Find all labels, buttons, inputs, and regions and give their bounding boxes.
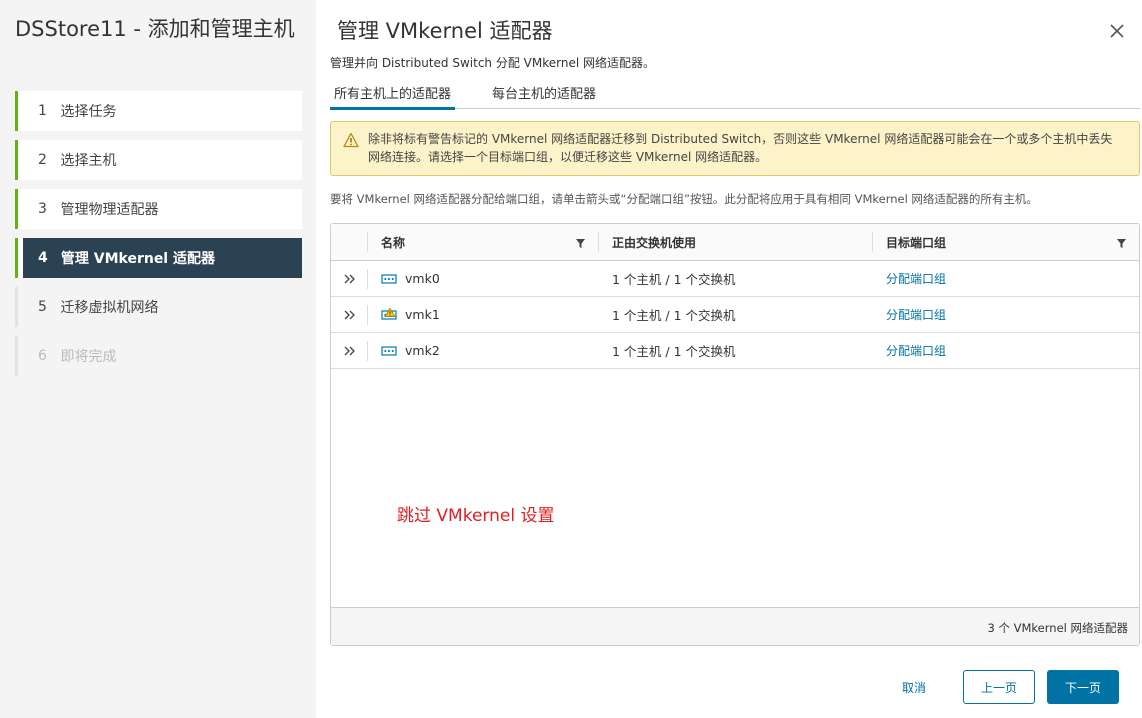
column-header-name[interactable]: 名称 xyxy=(381,224,405,260)
column-separator xyxy=(367,305,368,325)
step-number: 4 xyxy=(38,250,48,266)
grid-header: 名称 正由交换机使用 目标端口组 xyxy=(331,224,1139,261)
column-separator xyxy=(367,232,368,252)
step-number: 5 xyxy=(38,299,47,315)
skip-vmkernel-annotation: 跳过 VMkernel 设置 xyxy=(397,506,555,526)
filter-icon[interactable] xyxy=(576,239,585,248)
step-label: 迁移虚拟机网络 xyxy=(60,300,159,316)
expand-chevron-icon[interactable] xyxy=(343,272,357,286)
expand-chevron-icon[interactable] xyxy=(343,344,357,358)
column-separator xyxy=(367,341,368,361)
wizard-sidebar: DSStore11 - 添加和管理主机 1 选择任务 2 选择主机 3 管理物理… xyxy=(0,0,316,718)
step-label: 管理物理适配器 xyxy=(60,202,159,218)
wizard-title: DSStore11 - 添加和管理主机 xyxy=(15,17,295,41)
cancel-button[interactable]: 取消 xyxy=(886,670,942,704)
step-number: 3 xyxy=(38,201,47,217)
tab-per-host-adapters[interactable]: 每台主机的适配器 xyxy=(488,83,600,107)
network-adapter-warning-icon xyxy=(381,308,397,320)
step-ready-to-complete: 6 即将完成 xyxy=(15,336,302,376)
adapter-name: vmk1 xyxy=(405,307,440,322)
grid-footer: 3 个 VMkernel 网络适配器 xyxy=(331,607,1139,645)
tab-all-hosts-adapters[interactable]: 所有主机上的适配器 xyxy=(330,83,456,110)
step-label: 即将完成 xyxy=(60,349,117,365)
column-header-target-port-group[interactable]: 目标端口组 xyxy=(886,224,946,260)
table-row[interactable]: vmk1 1 个主机 / 1 个交换机 分配端口组 xyxy=(331,297,1139,333)
network-adapter-icon xyxy=(381,274,397,284)
wizard-main: 管理 VMkernel 适配器 管理并向 Distributed Switch … xyxy=(316,0,1142,718)
used-by-switch: 1 个主机 / 1 个交换机 xyxy=(612,272,736,287)
step-number: 6 xyxy=(38,348,47,364)
assign-instructions: 要将 VMkernel 网络适配器分配给端口组，请单击箭头或“分配端口组”按钮。… xyxy=(330,192,1038,206)
table-row[interactable]: vmk0 1 个主机 / 1 个交换机 分配端口组 xyxy=(331,261,1139,297)
assign-port-group-link[interactable]: 分配端口组 xyxy=(886,333,946,368)
step-number: 1 xyxy=(38,103,47,119)
step-label: 管理 VMkernel 适配器 xyxy=(60,251,215,267)
close-icon[interactable] xyxy=(1108,22,1126,40)
column-separator xyxy=(872,232,873,252)
column-separator xyxy=(367,269,368,289)
step-label: 选择主机 xyxy=(60,153,117,169)
step-select-task[interactable]: 1 选择任务 xyxy=(15,91,302,131)
step-label: 选择任务 xyxy=(60,104,117,120)
filter-icon[interactable] xyxy=(1117,239,1126,248)
step-number: 2 xyxy=(38,152,47,168)
network-adapter-icon xyxy=(381,346,397,356)
page-title: 管理 VMkernel 适配器 xyxy=(337,19,553,43)
vmkernel-adapters-grid: 名称 正由交换机使用 目标端口组 vmk0 1 个主机 / 1 个交换机 分配端… xyxy=(330,223,1140,646)
step-select-hosts[interactable]: 2 选择主机 xyxy=(15,140,302,180)
used-by-switch: 1 个主机 / 1 个交换机 xyxy=(612,344,736,359)
column-separator xyxy=(598,232,599,252)
step-migrate-vm-networking[interactable]: 5 迁移虚拟机网络 xyxy=(15,287,302,327)
assign-port-group-link[interactable]: 分配端口组 xyxy=(886,297,946,332)
warning-icon xyxy=(343,132,359,148)
tab-bar: 所有主机上的适配器 每台主机的适配器 xyxy=(330,80,1140,110)
page-subtitle: 管理并向 Distributed Switch 分配 VMkernel 网络适配… xyxy=(330,56,655,70)
expand-chevron-icon[interactable] xyxy=(343,308,357,322)
adapter-name: vmk0 xyxy=(405,271,440,286)
table-row[interactable]: vmk2 1 个主机 / 1 个交换机 分配端口组 xyxy=(331,333,1139,369)
warning-text: 除非将标有警告标记的 VMkernel 网络适配器迁移到 Distributed… xyxy=(368,132,1113,164)
next-button[interactable]: 下一页 xyxy=(1047,670,1119,704)
column-header-used-by[interactable]: 正由交换机使用 xyxy=(612,224,696,260)
adapter-name: vmk2 xyxy=(405,343,440,358)
wizard-steps: 1 选择任务 2 选择主机 3 管理物理适配器 4 管理 VMkernel 适配… xyxy=(15,91,302,385)
warning-alert: 除非将标有警告标记的 VMkernel 网络适配器迁移到 Distributed… xyxy=(330,121,1140,176)
used-by-switch: 1 个主机 / 1 个交换机 xyxy=(612,308,736,323)
step-manage-vmkernel-adapters[interactable]: 4 管理 VMkernel 适配器 xyxy=(15,238,302,278)
step-manage-physical-adapters[interactable]: 3 管理物理适配器 xyxy=(15,189,302,229)
assign-port-group-link[interactable]: 分配端口组 xyxy=(886,261,946,296)
adapter-count: 3 个 VMkernel 网络适配器 xyxy=(987,621,1128,635)
back-button[interactable]: 上一页 xyxy=(963,670,1035,704)
